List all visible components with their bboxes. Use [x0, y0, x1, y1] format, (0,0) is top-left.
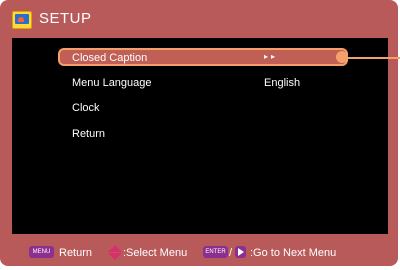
- title-bar: SETUP: [0, 0, 398, 36]
- menu-item-menu-language[interactable]: Menu Language English: [58, 74, 348, 92]
- menu-item-return[interactable]: Return: [58, 125, 348, 143]
- menu-item-value: English: [264, 77, 301, 89]
- help-bar: MENU Return :Select Menu ENTER / :Go to …: [0, 242, 398, 266]
- setup-window: SETUP Closed Caption ▸▸ Menu Language En…: [0, 0, 400, 266]
- key-separator: /: [229, 247, 233, 259]
- menu-item-label: Return: [72, 128, 106, 140]
- menu-item-label: Menu Language: [72, 77, 152, 89]
- return-hint: Return: [59, 247, 93, 259]
- select-menu-hint: :Select Menu: [123, 247, 188, 259]
- menu-item-clock[interactable]: Clock: [58, 99, 348, 117]
- page-title: SETUP: [39, 10, 92, 27]
- next-menu-hint: :Go to Next Menu: [250, 247, 337, 259]
- menu-item-label: Clock: [72, 102, 100, 114]
- up-down-arrows-icon: [108, 245, 122, 260]
- selection-indicator-line: [346, 57, 400, 59]
- right-arrow-key-icon: [235, 246, 246, 258]
- menu-item-closed-caption[interactable]: Closed Caption ▸▸: [58, 48, 348, 66]
- enter-key-badge: ENTER: [203, 246, 228, 258]
- setup-icon: [12, 11, 32, 29]
- menu-item-label: Closed Caption: [72, 52, 148, 64]
- menu-key-badge: MENU: [29, 246, 54, 258]
- submenu-arrows-icon: ▸▸: [264, 52, 279, 61]
